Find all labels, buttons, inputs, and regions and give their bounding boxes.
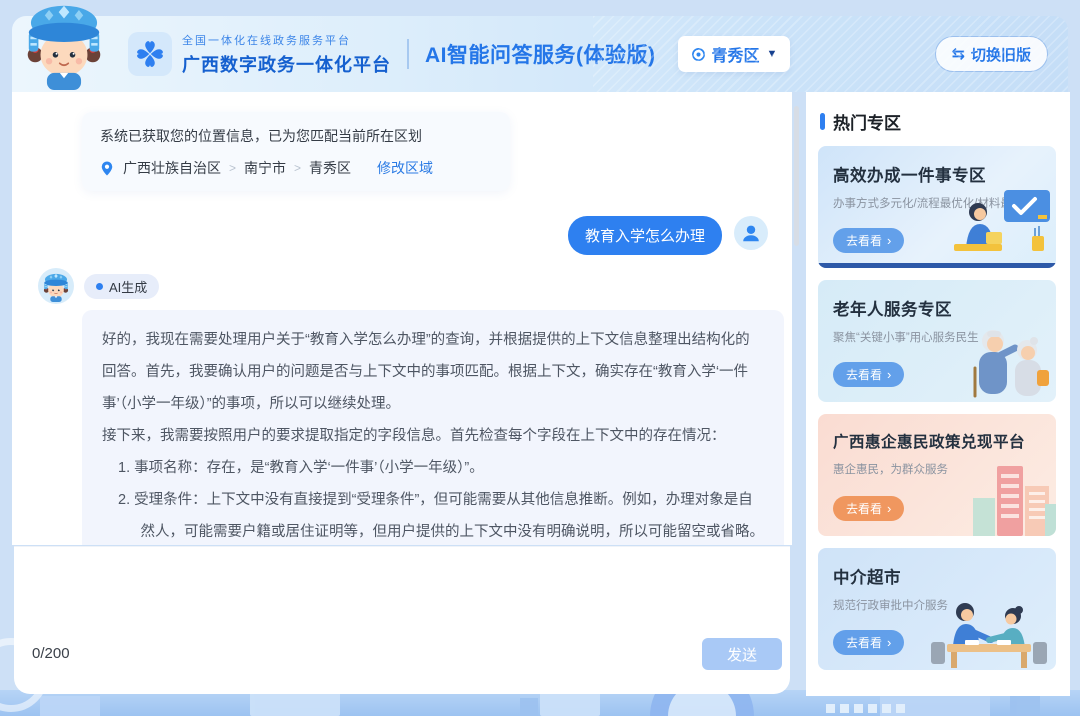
sidebar-header: 热门专区 bbox=[820, 110, 1060, 132]
char-counter: 0/200 bbox=[32, 645, 70, 662]
breadcrumb-district: 青秀区 bbox=[309, 158, 351, 178]
breadcrumb-separator-icon: > bbox=[229, 161, 236, 175]
location-pin-icon bbox=[100, 160, 114, 177]
send-button[interactable]: 发送 bbox=[702, 638, 782, 670]
ai-paragraph: 好的，我现在需要处理用户关于“教育入学怎么办理”的查询，并根据提供的上下文信息整… bbox=[102, 324, 764, 420]
switch-old-version-button[interactable]: ⇆ 切换旧版 bbox=[935, 36, 1048, 72]
switch-old-version-label: 切换旧版 bbox=[971, 44, 1031, 65]
breadcrumb-province: 广西壮族自治区 bbox=[123, 158, 221, 178]
user-message-row: 教育入学怎么办理 bbox=[568, 216, 768, 255]
region-selector[interactable]: 青秀区 ▼ bbox=[678, 36, 791, 72]
card-title: 老年人服务专区 bbox=[833, 296, 1056, 320]
message-input-panel: 0/200 发送 bbox=[14, 546, 790, 694]
breadcrumb-separator-icon: > bbox=[294, 161, 301, 175]
card-title: 高效办成一件事专区 bbox=[833, 162, 1056, 186]
chevron-right-icon: › bbox=[887, 635, 891, 650]
ai-paragraph: 接下来，我需要按照用户的要求提取指定的字段信息。首先检查每个字段在上下文中的存在… bbox=[102, 420, 764, 452]
message-input[interactable] bbox=[32, 559, 636, 641]
chevron-right-icon: › bbox=[887, 367, 891, 382]
go-see-button[interactable]: 去看看 › bbox=[833, 228, 904, 253]
mascot-avatar bbox=[16, 0, 112, 90]
location-info-card: 系统已获取您的位置信息，已为您匹配当前所在区划 广西壮族自治区 > 南宁市 > … bbox=[82, 112, 510, 191]
switch-arrows-icon: ⇆ bbox=[952, 44, 965, 64]
card-one-thing-zone[interactable]: 高效办成一件事专区 办事方式多元化/流程最优化/材料最简化 去看看 › bbox=[818, 146, 1056, 268]
go-see-label: 去看看 bbox=[846, 232, 882, 249]
sidebar-title: 热门专区 bbox=[833, 109, 901, 134]
card-subtitle: 聚焦“关键小事”用心服务民生 bbox=[833, 329, 1056, 345]
card-policy-platform[interactable]: 广西惠企惠民政策兑现平台 惠企惠民，为群众服务 去看看 › bbox=[818, 414, 1056, 536]
chevron-right-icon: › bbox=[887, 233, 891, 248]
chat-scrollbar[interactable] bbox=[794, 106, 799, 246]
modify-region-link[interactable]: 修改区域 bbox=[377, 158, 433, 178]
brand-big-text: 广西数字政务一体化平台 bbox=[182, 51, 391, 77]
ai-badge-label: AI生成 bbox=[109, 277, 147, 296]
region-pin-icon bbox=[691, 47, 706, 62]
breadcrumb-city: 南宁市 bbox=[244, 158, 286, 178]
card-subtitle: 规范行政审批中介服务 bbox=[833, 597, 1056, 613]
header-divider bbox=[407, 39, 409, 69]
card-subtitle: 办事方式多元化/流程最优化/材料最简化 bbox=[833, 195, 1056, 211]
go-see-label: 去看看 bbox=[846, 366, 882, 383]
chat-panel: 系统已获取您的位置信息，已为您匹配当前所在区划 广西壮族自治区 > 南宁市 > … bbox=[12, 92, 792, 545]
chevron-down-icon: ▼ bbox=[767, 48, 778, 60]
go-see-button[interactable]: 去看看 › bbox=[833, 630, 904, 655]
location-notice: 系统已获取您的位置信息，已为您匹配当前所在区划 bbox=[100, 126, 492, 146]
ai-generated-badge: AI生成 bbox=[84, 274, 159, 299]
card-intermediary-market[interactable]: 中介超市 规范行政审批中介服务 去看看 bbox=[818, 548, 1056, 670]
brand-block: 全国一体化在线政务服务平台 广西数字政务一体化平台 bbox=[128, 32, 391, 77]
platform-logo-icon bbox=[128, 32, 172, 76]
card-subtitle: 惠企惠民，为群众服务 bbox=[833, 461, 1056, 477]
go-see-label: 去看看 bbox=[846, 634, 882, 651]
page: 全国一体化在线政务服务平台 广西数字政务一体化平台 AI智能问答服务(体验版) … bbox=[0, 0, 1080, 716]
ai-avatar bbox=[38, 268, 74, 304]
brand-small-text: 全国一体化在线政务服务平台 bbox=[182, 32, 391, 48]
ai-list-item: 2. 受理条件：上下文中没有直接提到“受理条件”，但可能需要从其他信息推断。例如… bbox=[118, 484, 764, 545]
card-elderly-zone[interactable]: 老年人服务专区 聚焦“关键小事”用心服务民生 去看看 › bbox=[818, 280, 1056, 402]
go-see-label: 去看看 bbox=[846, 500, 882, 517]
chevron-right-icon: › bbox=[887, 501, 891, 516]
go-see-button[interactable]: 去看看 › bbox=[833, 362, 904, 387]
go-see-button[interactable]: 去看看 › bbox=[833, 496, 904, 521]
ai-list: 1. 事项名称：存在，是“教育入学‘一件事’（小学一年级）”。 2. 受理条件：… bbox=[118, 452, 764, 545]
app-header: 全国一体化在线政务服务平台 广西数字政务一体化平台 AI智能问答服务(体验版) … bbox=[12, 16, 1068, 92]
user-avatar bbox=[734, 216, 768, 250]
ai-dot-icon bbox=[96, 283, 103, 290]
card-base-strip bbox=[818, 263, 1056, 268]
card-title: 中介超市 bbox=[833, 564, 1056, 588]
user-message-bubble: 教育入学怎么办理 bbox=[568, 216, 722, 255]
ai-message-header: AI生成 bbox=[38, 268, 159, 304]
hot-zones-sidebar: 热门专区 高效办成一件事专区 办事方式多元化/流程最优化/材料最简化 去看看 bbox=[806, 92, 1070, 696]
region-label: 青秀区 bbox=[712, 42, 760, 66]
ai-message-bubble: 好的，我现在需要处理用户关于“教育入学怎么办理”的查询，并根据提供的上下文信息整… bbox=[82, 310, 784, 545]
card-title: 广西惠企惠民政策兑现平台 bbox=[833, 430, 1056, 452]
sidebar-title-bar-icon bbox=[820, 113, 825, 130]
ai-list-item: 1. 事项名称：存在，是“教育入学‘一件事’（小学一年级）”。 bbox=[118, 452, 764, 484]
location-breadcrumb-row: 广西壮族自治区 > 南宁市 > 青秀区 修改区域 bbox=[100, 158, 492, 178]
page-title: AI智能问答服务(体验版) bbox=[425, 39, 656, 69]
